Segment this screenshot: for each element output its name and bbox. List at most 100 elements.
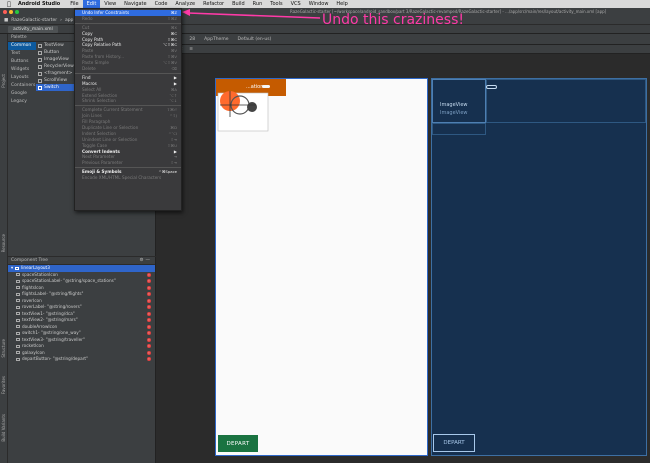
api-level-selector[interactable]: 28 <box>189 37 195 42</box>
palette-category-legacy[interactable]: Legacy <box>8 98 36 106</box>
error-icon[interactable]: ! <box>147 337 151 342</box>
palette-widget-list: TextView Button ImageView RecyclerView <… <box>36 42 76 91</box>
menu-item-shrink-selection: Shrink Selection ⌥↓ <box>75 98 181 104</box>
palette-widget-recyclerview[interactable]: RecyclerView <box>36 63 76 70</box>
error-icon[interactable]: ! <box>147 272 151 277</box>
one-way-switch[interactable] <box>262 85 270 88</box>
error-icon[interactable]: ! <box>147 279 151 284</box>
menu-item-previous-parameter: Previous Parameter ⇧⇥ <box>75 160 181 166</box>
error-icon[interactable]: ! <box>147 350 151 355</box>
blueprint-depart-button[interactable]: DEPART <box>433 434 475 452</box>
menu-item-label: Previous Parameter <box>82 160 123 166</box>
menu-edit[interactable]: Edit <box>82 0 101 8</box>
menu-item-label: Encode XML/HTML Special Characters <box>82 175 162 181</box>
depart-button[interactable]: DEPART <box>218 435 258 452</box>
menu-item-shortcut: ⇧⌘Z <box>167 15 177 21</box>
error-icon[interactable]: ! <box>147 344 151 349</box>
menu-vcs[interactable]: VCS <box>287 0 305 8</box>
tree-row-label: departButton- "@string/depart" <box>22 356 88 361</box>
annotation-arrow <box>182 9 321 19</box>
menu-run[interactable]: Run <box>249 0 267 8</box>
theme-selector[interactable]: AppTheme <box>204 37 228 42</box>
menu-separator <box>75 22 181 24</box>
menu-separator <box>75 105 181 107</box>
palette-widget-label: TextView <box>44 43 64 48</box>
blueprint-view-outline[interactable] <box>432 123 486 135</box>
blueprint-imageview-outline[interactable] <box>432 79 486 123</box>
blueprint-switch-outline[interactable] <box>486 85 497 89</box>
view-type-icon <box>16 299 20 303</box>
menu-navigate[interactable]: Navigate <box>120 0 150 8</box>
menu-help[interactable]: Help <box>332 0 351 8</box>
palette-widget-switch[interactable]: Switch <box>36 84 76 91</box>
tool-label-structure[interactable]: Structure <box>1 339 6 358</box>
fragment-icon <box>38 71 42 76</box>
error-icon[interactable]: ! <box>147 305 151 310</box>
minimize-window-button[interactable] <box>9 10 13 14</box>
breadcrumb-module[interactable]: app <box>65 18 73 23</box>
error-icon[interactable]: ! <box>147 311 151 316</box>
button-icon <box>38 50 42 55</box>
menu-tools[interactable]: Tools <box>266 0 286 8</box>
palette-category-widgets[interactable]: Widgets <box>8 66 36 74</box>
error-icon[interactable]: ! <box>147 324 151 329</box>
locale-selector[interactable]: Default (en-us) <box>237 37 271 42</box>
editor-secondary-toolbar: ▲ ↕ ≡ <box>156 45 650 54</box>
error-icon[interactable]: ! <box>147 331 151 336</box>
tool-label-favorites[interactable]: Favorites <box>1 376 6 394</box>
palette-widget-scrollview[interactable]: ScrollView <box>36 77 76 84</box>
palette-widget-button[interactable]: Button <box>36 49 76 56</box>
menu-build[interactable]: Build <box>228 0 249 8</box>
menu-refactor[interactable]: Refactor <box>199 0 228 8</box>
menu-analyze[interactable]: Analyze <box>171 0 199 8</box>
view-type-icon <box>16 318 20 322</box>
close-window-button[interactable] <box>3 10 7 14</box>
tree-row[interactable]: departButton- "@string/depart"! <box>8 356 155 363</box>
breadcrumb-separator-icon: › <box>60 17 62 23</box>
edit-menu-dropdown: Undo Infer Constraints ⌘Z Redo ⇧⌘Z Cut ⌘X Copy… <box>74 8 182 211</box>
palette-category-text[interactable]: Text <box>8 50 36 58</box>
menu-item-label: Shrink Selection <box>82 98 116 104</box>
palette-category-common[interactable]: Common <box>8 42 36 50</box>
menu-item-label: Delete <box>82 66 96 72</box>
align-icon[interactable]: ≡ <box>189 47 193 52</box>
palette-category-buttons[interactable]: Buttons <box>8 58 36 66</box>
window-controls <box>0 10 19 14</box>
palette-widget-fragment[interactable]: <fragment> <box>36 70 76 77</box>
tree-rows: spaceStationIcon! spaceStationLabel- "@st… <box>8 272 155 363</box>
app-name-menu[interactable]: Android Studio <box>18 1 60 7</box>
palette-widget-imageview[interactable]: ImageView <box>36 56 76 63</box>
menu-window[interactable]: Window <box>305 0 333 8</box>
menu-file[interactable]: File <box>66 0 82 8</box>
tab-activity-main[interactable]: activity_main.xml <box>8 25 58 33</box>
palette-widget-label: ScrollView <box>44 78 68 83</box>
folder-icon: ■ <box>4 17 9 23</box>
panel-settings-icon[interactable]: ⚙— <box>139 258 152 263</box>
menu-item-redo: Redo ⇧⌘Z <box>75 16 181 22</box>
tool-label-build-variants[interactable]: Build Variants <box>1 414 6 442</box>
menu-view[interactable]: View <box>100 0 120 8</box>
apple-icon[interactable]:  <box>0 1 18 8</box>
palette-category-google[interactable]: Google <box>8 90 36 98</box>
palette-category-containers[interactable]: Containers <box>8 82 36 90</box>
tool-label-project[interactable]: Project <box>1 74 6 88</box>
blueprint-view-outline[interactable] <box>486 79 646 123</box>
palette-widget-label: ImageView <box>44 57 69 62</box>
error-icon[interactable]: ! <box>147 292 151 297</box>
switch-icon <box>38 85 42 90</box>
error-icon[interactable]: ! <box>147 298 151 303</box>
menu-code[interactable]: Code <box>151 0 172 8</box>
tool-label-resource[interactable]: Resource <box>1 234 6 252</box>
zoom-window-button[interactable] <box>15 10 19 14</box>
palette-category-layouts[interactable]: Layouts <box>8 74 36 82</box>
menu-item-shortcut: ^⌘Space <box>158 169 177 175</box>
error-icon[interactable]: ! <box>147 285 151 290</box>
scroll-icon <box>38 78 42 83</box>
palette-categories: Common Text Buttons Widgets Layouts Cont… <box>8 42 36 106</box>
palette-widget-textview[interactable]: TextView <box>36 42 76 49</box>
error-icon[interactable]: ! <box>147 318 151 323</box>
view-type-icon <box>16 292 20 296</box>
layout-icon <box>15 266 20 270</box>
error-icon[interactable]: ! <box>147 357 151 362</box>
breadcrumb-project[interactable]: RazeGalactic-starter <box>11 18 57 23</box>
